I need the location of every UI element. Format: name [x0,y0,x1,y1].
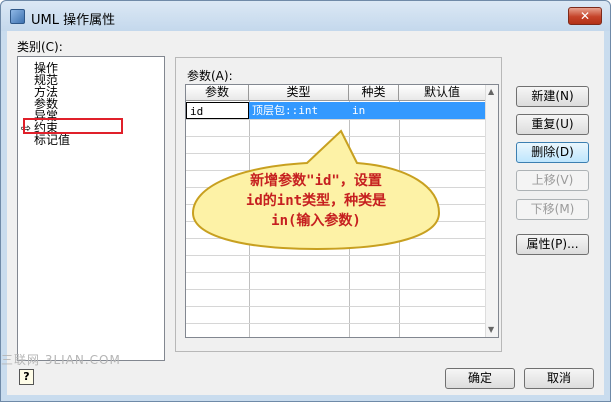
row-divider [186,272,486,273]
column-header-default[interactable]: 默认值 [399,85,486,101]
row-divider [186,289,486,290]
parameters-label: 参数(A): [187,69,233,83]
new-button[interactable]: 新建(N) [516,86,589,107]
move-up-button[interactable]: 上移(V) [516,170,589,191]
row-divider [186,323,486,324]
param-kind-cell[interactable]: in [349,102,399,119]
app-icon [10,9,25,24]
ok-button[interactable]: 确定 [445,368,515,389]
row-divider [186,306,486,307]
row-divider [186,119,486,120]
reset-button[interactable]: 重复(U) [516,114,589,135]
window-title: UML 操作属性 [31,13,116,28]
category-item-tagged-values[interactable]: 标记值 [34,134,70,146]
uml-operation-properties-dialog: UML 操作属性 ✕ 类别(C): 操作 规范 方法 ⇨ 参数 异常 约束 标记… [0,0,611,402]
help-icon[interactable]: ? [19,369,34,385]
table-header: 参数 类型 种类 默认值 [186,85,486,101]
cancel-button[interactable]: 取消 [524,368,594,389]
param-type-cell[interactable]: 顶层包::int [249,102,349,119]
column-header-type[interactable]: 类型 [249,85,349,101]
column-header-param[interactable]: 参数 [186,85,249,101]
table-scrollbar[interactable]: ▲ ▼ [485,85,498,337]
title-bar: UML 操作属性 ✕ [1,1,610,31]
callout-text: 新增参数"id"，设置 id的int类型，种类是 in(输入参数) [245,173,387,229]
scroll-up-icon[interactable]: ▲ [488,88,494,96]
highlight-box [23,118,123,134]
close-button[interactable]: ✕ [568,7,602,25]
category-list[interactable]: 操作 规范 方法 ⇨ 参数 异常 约束 标记值 [17,56,165,361]
category-label: 类别(C): [17,40,63,54]
row-divider [186,255,486,256]
delete-button[interactable]: 删除(D) [516,142,589,163]
watermark: 三联网 3LIAN.COM [1,353,121,367]
column-header-kind[interactable]: 种类 [349,85,399,101]
properties-button[interactable]: 属性(P)... [516,234,589,255]
scroll-down-icon[interactable]: ▼ [488,326,494,334]
move-down-button[interactable]: 下移(M) [516,199,589,220]
param-name-input[interactable]: id [186,102,249,119]
